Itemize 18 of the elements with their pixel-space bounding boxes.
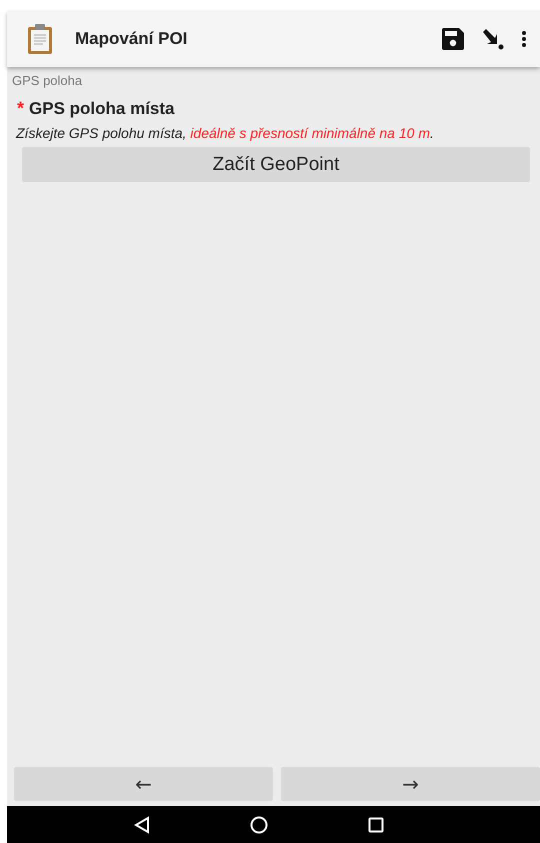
home-icon[interactable]: [250, 816, 268, 834]
recents-icon[interactable]: [368, 816, 384, 832]
back-button[interactable]: ←: [14, 767, 273, 801]
question-hint: Získejte GPS polohu místa, ideálně s přesností minimálně na 10 m.: [16, 125, 434, 141]
app-title: Mapování POI: [75, 29, 188, 49]
question-label: GPS poloha místa: [29, 99, 174, 119]
menu-button[interactable]: [522, 31, 526, 47]
required-mark: *: [17, 98, 24, 119]
save-button[interactable]: [442, 28, 464, 50]
clipboard-icon: [27, 24, 53, 54]
start-geopoint-button[interactable]: Začít GeoPoint: [22, 147, 530, 182]
jump-button[interactable]: [482, 28, 504, 50]
arrow-dot-icon: [482, 28, 504, 50]
forward-button[interactable]: →: [281, 767, 540, 801]
save-icon: [442, 28, 464, 50]
back-icon[interactable]: [134, 816, 150, 834]
more-icon: [522, 31, 526, 47]
group-label: GPS poloha: [12, 73, 82, 88]
